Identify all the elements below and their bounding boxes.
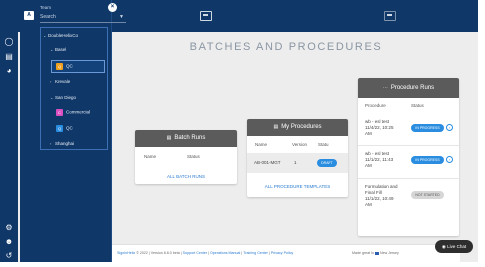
status-badge: DRAFT	[317, 159, 337, 167]
image-icon[interactable]	[384, 11, 396, 21]
home-icon[interactable]: ◯	[4, 37, 14, 47]
table-row[interactable]: wb - esl test 11/4/22, 10:25 AM IN PROGR…	[358, 112, 459, 144]
chat-icon: ◉	[441, 244, 446, 249]
card-header: ▤ My Procedures	[247, 119, 348, 136]
column-header: Name	[255, 142, 268, 147]
expand-icon[interactable]: ›	[446, 156, 453, 163]
tree-item[interactable]: Q QC	[56, 125, 73, 132]
column-header: Status	[411, 103, 424, 108]
tree-item[interactable]: ⌄ San Diego	[50, 95, 76, 100]
procedure-name: AB-001-MGT	[254, 160, 281, 165]
team-badge: Q	[56, 63, 63, 70]
search-placeholder: Search	[40, 14, 56, 20]
nav-rail: ◯ ▤ ◕ ⚙ ☻ ↺	[0, 0, 18, 262]
tree-item[interactable]: Q QC	[56, 63, 73, 70]
column-header: Status	[187, 154, 200, 159]
status-badge: NOT STARTED	[411, 191, 444, 199]
footer-separator: |	[268, 251, 270, 255]
footer-separator: |	[208, 251, 209, 255]
page-title: BATCHES AND PROCEDURES	[189, 41, 383, 53]
clipboard-icon[interactable]: ▤	[4, 52, 14, 62]
footer-copyright: © 2022 | Version 8.8.0 beta |	[136, 251, 182, 255]
team-badge: C	[56, 109, 63, 116]
column-header: Procedure	[365, 103, 386, 108]
card-header: ▤ Batch Runs	[135, 130, 237, 147]
all-batch-runs-link[interactable]: ALL BATCH RUNS	[135, 174, 237, 179]
more-icon: ⋯	[382, 85, 388, 91]
avatar[interactable]: A	[24, 11, 34, 20]
training-center-link[interactable]: Training Center	[243, 251, 268, 255]
tree-item[interactable]: ⌄ DoubleHelixCo	[43, 33, 78, 38]
footer: SignInHelix © 2022 | Version 8.8.0 beta …	[112, 244, 460, 262]
support-center-link[interactable]: Support Center	[183, 251, 207, 255]
dashboard-icon[interactable]	[200, 11, 212, 21]
chevron-down-icon[interactable]: ▼	[119, 12, 124, 23]
card-header: ⋯ Procedure Runs	[358, 78, 459, 98]
tree-item[interactable]: › Shanghai	[50, 141, 74, 146]
live-chat-label: Live Chat	[447, 244, 467, 249]
all-procedure-templates-link[interactable]: ALL PROCEDURE TEMPLATES	[247, 184, 348, 189]
team-tree	[40, 27, 108, 150]
my-procedures-card: ▤ My Procedures Name Version Statu AB-001…	[247, 119, 348, 197]
procedure-runs-card: ⋯ Procedure Runs Procedure Status wb - es…	[358, 78, 459, 236]
book-icon: ▤	[273, 124, 279, 130]
run-time: AM	[365, 163, 372, 168]
settings-icon[interactable]: ⚙	[4, 223, 14, 233]
tree-item[interactable]: › Krevale	[50, 79, 70, 84]
tree-item[interactable]: C Commercial	[56, 109, 90, 116]
footer-legal: SignInHelix © 2022 | Version 8.8.0 beta …	[117, 251, 293, 255]
procedure-version: 1	[294, 160, 297, 165]
status-badge: IN PROGRESS	[411, 156, 444, 164]
logout-icon[interactable]: ↺	[4, 251, 14, 261]
team-badge: Q	[56, 125, 63, 132]
operations-manual-link[interactable]: Operations Manual	[210, 251, 240, 255]
table-row[interactable]: Formulation and Final Fill 11/1/22, 10:4…	[358, 179, 459, 215]
brand-link[interactable]: SignInHelix	[117, 251, 135, 255]
live-chat-button[interactable]: ◉ Live Chat	[435, 240, 473, 253]
clipboard-icon: ▤	[166, 135, 172, 141]
flag-icon	[374, 251, 379, 255]
made-great-text: Made great in	[352, 251, 374, 255]
expand-icon[interactable]: ›	[446, 124, 453, 131]
user-icon[interactable]: ☻	[4, 237, 14, 247]
location-text: New Jersey	[379, 251, 399, 255]
team-search[interactable]: Search ▼	[40, 12, 126, 23]
table-row[interactable]: AB-001-MGT 1 DRAFT	[247, 153, 348, 173]
close-drawer-button[interactable]: ×	[108, 3, 117, 12]
run-time: AM	[365, 131, 372, 136]
column-header: Statu	[318, 142, 329, 147]
table-row[interactable]: wb - esl test 11/1/22, 11:43 AM IN PROGR…	[358, 146, 459, 178]
tree-item[interactable]: ⌄ Basel	[50, 47, 66, 52]
column-header: Version	[292, 142, 308, 147]
batch-runs-card: ▤ Batch Runs Name Status ALL BATCH RUNS	[135, 130, 237, 184]
made-in: Made great in New Jersey	[352, 251, 399, 255]
column-header: Name	[144, 154, 157, 159]
status-badge: IN PROGRESS	[411, 124, 444, 132]
clock-icon[interactable]: ◕	[4, 66, 14, 76]
run-time: AM	[365, 202, 372, 207]
team-label: Team	[40, 5, 52, 10]
privacy-policy-link[interactable]: Privacy Policy	[271, 251, 293, 255]
